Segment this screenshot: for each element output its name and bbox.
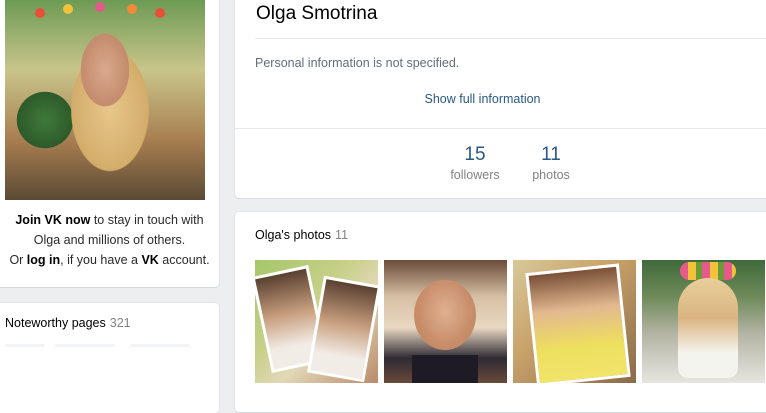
photos-section-label: Olga's photos	[255, 228, 332, 242]
photo-content	[414, 280, 476, 350]
avatar-card: Join VK now to stay in touch with Olga a…	[0, 0, 219, 287]
followers-count: 15	[464, 144, 486, 165]
photo-content	[306, 275, 378, 383]
photos-count: 11	[541, 144, 561, 165]
photos-header[interactable]: Olga's photos 11	[255, 228, 348, 242]
photo-thumbnail[interactable]	[255, 260, 378, 383]
photo-thumbnail[interactable]	[642, 260, 765, 383]
divider	[235, 128, 766, 129]
profile-avatar[interactable]	[5, 0, 205, 200]
photos-section-count: 11	[335, 228, 349, 242]
if-you-have-text: , if you have a	[60, 253, 142, 267]
noteworthy-pages-header[interactable]: Noteworthy pages 321	[5, 316, 131, 330]
vk-text: VK	[141, 253, 159, 267]
followers-counter[interactable]: 15 followers	[440, 144, 510, 182]
photos-label: photos	[532, 168, 570, 182]
photo-content	[412, 355, 478, 383]
page-title: Olga Smotrina	[256, 3, 378, 24]
join-link[interactable]: Join VK now	[15, 213, 90, 227]
join-text-rest: to stay in touch with	[90, 213, 204, 227]
noteworthy-pages-label: Noteworthy pages	[5, 316, 106, 330]
photos-counter[interactable]: 11 photos	[521, 144, 581, 182]
profile-card: Olga Smotrina Personal information is no…	[235, 0, 766, 198]
followers-label: followers	[450, 168, 500, 182]
photo-content	[678, 278, 738, 378]
flower-decoration	[127, 4, 137, 14]
flower-decoration	[155, 8, 165, 18]
photo-thumbnail[interactable]	[513, 260, 636, 383]
photo-thumbnail[interactable]	[384, 260, 507, 383]
flower-decoration	[35, 8, 45, 18]
join-prompt: Join VK now to stay in touch with Olga a…	[0, 210, 219, 270]
divider	[255, 38, 766, 39]
noteworthy-pages-count: 321	[109, 316, 131, 330]
noteworthy-pages-card: Noteworthy pages 321	[0, 303, 219, 413]
flower-decoration	[95, 2, 105, 12]
show-full-info-link[interactable]: Show full information	[235, 92, 730, 106]
placeholder-row	[55, 344, 115, 347]
join-text-line2: Olga and millions of others.	[33, 233, 186, 247]
photos-card: Olga's photos 11	[235, 212, 766, 412]
or-text: Or	[9, 253, 27, 267]
personal-info-status: Personal information is not specified.	[255, 56, 460, 70]
account-text: account.	[158, 253, 210, 267]
photo-content	[525, 263, 631, 383]
flower-decoration	[63, 4, 73, 14]
placeholder-row	[5, 344, 45, 347]
placeholder-row	[130, 344, 190, 347]
login-link[interactable]: log in	[27, 253, 60, 267]
